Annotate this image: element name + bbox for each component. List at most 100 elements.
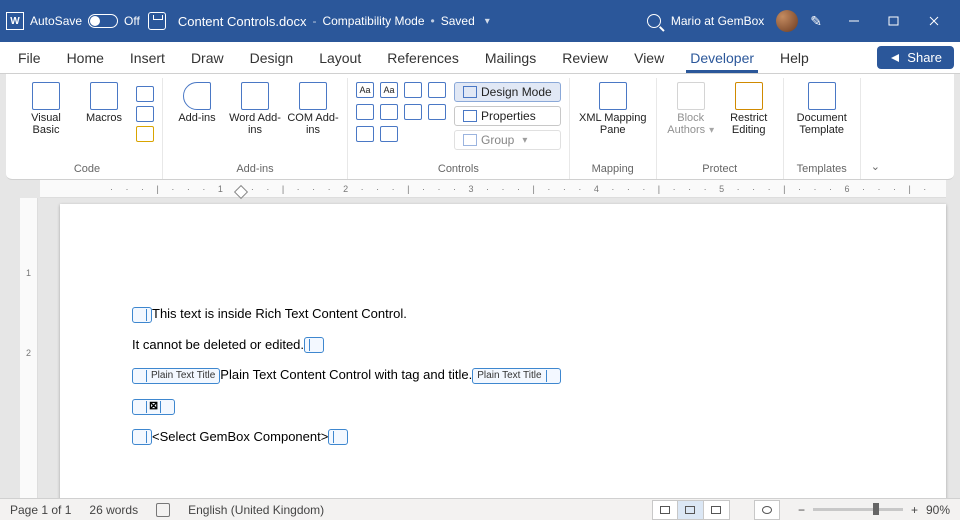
group-mapping: XML Mapping Pane Mapping bbox=[570, 78, 657, 179]
group-icon bbox=[463, 134, 477, 146]
menu-file[interactable]: File bbox=[6, 44, 53, 72]
menu-layout[interactable]: Layout bbox=[307, 44, 373, 72]
saved-state: Saved bbox=[441, 14, 475, 28]
menu-bar: File Home Insert Draw Design Layout Refe… bbox=[0, 42, 960, 74]
group-code: Visual Basic Macros Code bbox=[12, 78, 163, 179]
repeating-control-icon[interactable] bbox=[356, 126, 374, 142]
share-label: Share bbox=[907, 50, 942, 65]
menu-draw[interactable]: Draw bbox=[179, 44, 236, 72]
content-control-start[interactable] bbox=[132, 307, 152, 323]
menu-developer[interactable]: Developer bbox=[678, 44, 766, 72]
maximize-button[interactable] bbox=[874, 0, 914, 42]
document-template-icon bbox=[808, 82, 836, 110]
picture-control-icon[interactable] bbox=[404, 82, 422, 98]
visual-basic-button[interactable]: Visual Basic bbox=[20, 82, 72, 136]
group-controls: Aa Aa Design Mode Properties Group▾ Con bbox=[348, 78, 570, 179]
restrict-editing-button[interactable]: Restrict Editing bbox=[723, 82, 775, 136]
content-control-end[interactable] bbox=[304, 337, 324, 353]
menu-home[interactable]: Home bbox=[55, 44, 116, 72]
legacy-tools-icon[interactable] bbox=[380, 126, 398, 142]
search-icon[interactable] bbox=[647, 14, 661, 28]
share-button[interactable]: Share bbox=[877, 46, 954, 69]
pen-icon[interactable]: ✎ bbox=[810, 13, 822, 30]
com-addins-button[interactable]: COM Add-ins bbox=[287, 82, 339, 136]
combobox-control-icon[interactable] bbox=[380, 104, 398, 120]
menu-mailings[interactable]: Mailings bbox=[473, 44, 548, 72]
record-macro-icon[interactable] bbox=[136, 86, 154, 102]
checkbox-control-icon[interactable] bbox=[356, 104, 374, 120]
menu-insert[interactable]: Insert bbox=[118, 44, 177, 72]
print-layout-button[interactable] bbox=[678, 500, 704, 520]
word-addins-button[interactable]: Word Add-ins bbox=[229, 82, 281, 136]
autosave-toggle[interactable]: AutoSave Off bbox=[30, 14, 140, 28]
menu-help[interactable]: Help bbox=[768, 44, 821, 72]
zoom-value[interactable]: 90% bbox=[926, 503, 950, 517]
rich-text-control-icon[interactable]: Aa bbox=[356, 82, 374, 98]
menu-references[interactable]: References bbox=[375, 44, 471, 72]
title-bar: W AutoSave Off Content Controls.docx - C… bbox=[0, 0, 960, 42]
dropdown-control-end[interactable] bbox=[328, 429, 348, 445]
read-mode-button[interactable] bbox=[652, 500, 678, 520]
building-block-control-icon[interactable] bbox=[428, 82, 446, 98]
pause-recording-icon[interactable] bbox=[136, 106, 154, 122]
focus-button[interactable] bbox=[754, 500, 780, 520]
zoom-out-icon[interactable]: − bbox=[798, 503, 805, 517]
datepicker-control-icon[interactable] bbox=[428, 104, 446, 120]
vertical-ruler[interactable]: 12 bbox=[20, 198, 38, 502]
dropdown-control-icon[interactable] bbox=[404, 104, 422, 120]
proofing-icon[interactable] bbox=[156, 503, 170, 517]
block-authors-button[interactable]: Block Authors▾ bbox=[665, 82, 717, 136]
properties-button[interactable]: Properties bbox=[454, 106, 561, 126]
compatibility-mode: Compatibility Mode bbox=[322, 14, 424, 28]
macro-security-icon[interactable] bbox=[136, 126, 154, 142]
close-button[interactable] bbox=[914, 0, 954, 42]
autosave-state: Off bbox=[124, 14, 140, 28]
group-button[interactable]: Group▾ bbox=[454, 130, 561, 150]
menu-review[interactable]: Review bbox=[550, 44, 620, 72]
save-icon[interactable] bbox=[148, 12, 166, 30]
design-mode-button[interactable]: Design Mode bbox=[454, 82, 561, 102]
zoom-in-icon[interactable]: + bbox=[911, 503, 918, 517]
web-layout-button[interactable] bbox=[704, 500, 730, 520]
menu-design[interactable]: Design bbox=[238, 44, 306, 72]
dropdown-control-start[interactable] bbox=[132, 429, 152, 445]
macros-icon bbox=[90, 82, 118, 110]
visual-basic-icon bbox=[32, 82, 60, 110]
doc-line3: Plain Text Content Control with tag and … bbox=[220, 367, 472, 382]
xml-mapping-icon bbox=[599, 82, 627, 110]
chevron-down-icon[interactable]: ▾ bbox=[485, 16, 490, 27]
document-page[interactable]: This text is inside Rich Text Content Co… bbox=[60, 204, 946, 502]
share-icon bbox=[889, 52, 901, 64]
user-name: Mario at GemBox bbox=[671, 14, 764, 28]
xml-mapping-button[interactable]: XML Mapping Pane bbox=[578, 82, 648, 136]
zoom-control[interactable]: − + 90% bbox=[798, 503, 950, 517]
horizontal-ruler[interactable]: · · · | · · · 1 · · · | · · · 2 · · · | … bbox=[40, 180, 946, 198]
addins-button[interactable]: Add-ins bbox=[171, 82, 223, 124]
word-app-icon: W bbox=[6, 12, 24, 30]
doc-line5[interactable]: <Select GemBox Component> bbox=[152, 429, 328, 444]
plaintext-control-end[interactable]: Plain Text Title bbox=[472, 368, 560, 384]
collapse-ribbon-icon[interactable]: ⌄ bbox=[861, 154, 890, 179]
plaintext-control-start[interactable]: Plain Text Title bbox=[132, 368, 220, 384]
addins-icon bbox=[183, 82, 211, 110]
checkbox-control[interactable]: ⊠ bbox=[132, 399, 175, 415]
user-avatar[interactable] bbox=[776, 10, 798, 32]
restrict-editing-icon bbox=[735, 82, 763, 110]
menu-view[interactable]: View bbox=[622, 44, 676, 72]
status-words[interactable]: 26 words bbox=[89, 503, 138, 517]
status-page[interactable]: Page 1 of 1 bbox=[10, 503, 71, 517]
ribbon: Visual Basic Macros Code Add-ins Word Ad… bbox=[6, 74, 954, 180]
minimize-button[interactable] bbox=[834, 0, 874, 42]
document-template-button[interactable]: Document Template bbox=[792, 82, 852, 136]
macros-button[interactable]: Macros bbox=[78, 82, 130, 124]
group-protect: Block Authors▾ Restrict Editing Protect bbox=[657, 78, 784, 179]
plain-text-control-icon[interactable]: Aa bbox=[380, 82, 398, 98]
group-addins: Add-ins Word Add-ins COM Add-ins Add-ins bbox=[163, 78, 348, 179]
group-label-controls: Controls bbox=[438, 161, 479, 179]
status-language[interactable]: English (United Kingdom) bbox=[188, 503, 324, 517]
group-label-templates: Templates bbox=[797, 161, 847, 179]
toggle-track bbox=[88, 14, 118, 28]
autosave-label: AutoSave bbox=[30, 14, 82, 28]
doc-line2: It cannot be deleted or edited. bbox=[132, 337, 304, 352]
zoom-slider[interactable] bbox=[813, 508, 903, 511]
